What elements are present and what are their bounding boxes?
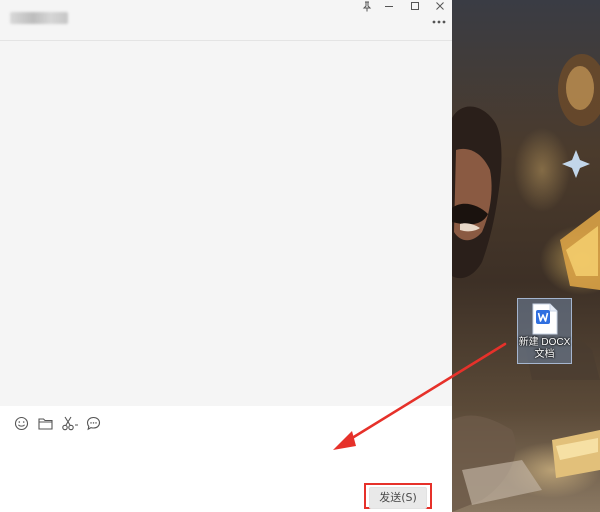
send-button[interactable]: 发送(S)	[369, 487, 427, 509]
wallpaper-artwork	[452, 54, 600, 512]
minimize-icon	[385, 6, 393, 7]
desktop-file-label-line2: 文档	[534, 349, 555, 360]
chat-header	[0, 0, 452, 41]
emoji-icon	[14, 416, 28, 430]
message-input[interactable]	[10, 436, 444, 488]
maximize-icon	[411, 2, 419, 10]
desktop-file-label-line1: 新建 DOCX	[518, 337, 571, 348]
more-dots-icon	[432, 20, 446, 24]
pin-button[interactable]	[356, 0, 378, 12]
desktop-file-icon[interactable]: 新建 DOCX 文档	[517, 298, 572, 364]
chat-window	[0, 0, 452, 512]
close-button[interactable]	[429, 0, 451, 12]
pin-icon	[362, 1, 372, 11]
maximize-button[interactable]	[404, 0, 426, 12]
word-document-icon	[532, 303, 558, 335]
screenshot-button[interactable]	[60, 414, 80, 432]
close-icon	[436, 2, 444, 10]
message-area[interactable]	[0, 41, 452, 405]
emoji-button[interactable]	[12, 414, 30, 432]
chat-history-button[interactable]	[84, 414, 102, 432]
minimize-button[interactable]	[378, 0, 400, 12]
desktop-file-label: 新建 DOCX 文档	[518, 337, 571, 361]
scissors-icon	[62, 416, 78, 430]
chat-bubble-icon	[86, 416, 100, 430]
folder-icon	[37, 417, 53, 430]
more-options-button[interactable]	[430, 17, 448, 27]
contact-name	[10, 12, 68, 24]
desktop-wallpaper	[452, 0, 600, 512]
send-file-button[interactable]	[36, 414, 54, 432]
